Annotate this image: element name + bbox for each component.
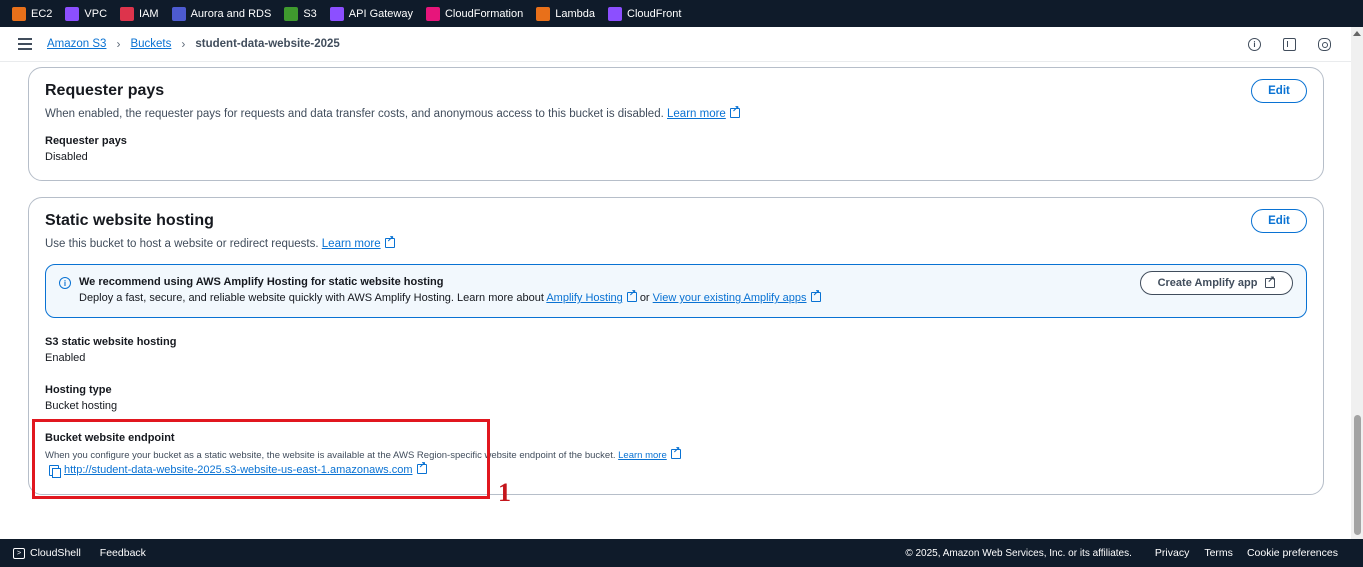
side-panel-icon[interactable] (1283, 38, 1296, 51)
info-circle-icon: i (59, 277, 71, 289)
ec2-icon (12, 6, 26, 21)
annotation-highlight-box (32, 419, 490, 499)
hosting-status-value: Enabled (45, 352, 86, 364)
scrollbar[interactable] (1351, 27, 1363, 539)
external-link-icon (1265, 274, 1276, 288)
endpoint-learn-more-link[interactable]: Learn more (618, 450, 667, 461)
requester-pays-title: Requester pays (45, 82, 165, 99)
amplify-info-alert: i We recommend using AWS Amplify Hosting… (45, 264, 1307, 318)
settings-icon[interactable] (1318, 38, 1331, 51)
breadcrumb-buckets[interactable]: Buckets (130, 38, 171, 50)
chevron-right-icon: › (116, 37, 121, 51)
service-shortcut-lambda[interactable]: Lambda (536, 6, 596, 21)
static-hosting-learn-more-link[interactable]: Learn more (322, 238, 381, 250)
requester-pays-description-text: When enabled, the requester pays for req… (45, 108, 664, 120)
breadcrumb-amazon-s3[interactable]: Amazon S3 (47, 38, 106, 50)
static-hosting-description: Use this bucket to host a website or red… (45, 234, 395, 250)
external-link-icon (384, 234, 395, 248)
service-shortcut-s3[interactable]: S3 (284, 6, 317, 21)
view-amplify-apps-link[interactable]: View your existing Amplify apps (653, 292, 807, 304)
cloudformation-icon (425, 6, 440, 21)
service-shortcut-label: CloudFront (627, 7, 682, 20)
feedback-link[interactable]: Feedback (100, 547, 146, 559)
breadcrumb-current: student-data-website-2025 (195, 38, 340, 50)
requester-pays-description: When enabled, the requester pays for req… (45, 104, 740, 120)
requester-pays-panel: Requester pays Edit When enabled, the re… (28, 67, 1324, 181)
service-shortcut-label: Lambda (555, 7, 596, 20)
amplify-info-body: Deploy a fast, secure, and reliable webs… (79, 292, 544, 304)
vpc-icon (65, 6, 80, 21)
breadcrumb-tools: i (1248, 27, 1331, 62)
service-shortcut-cloudformation[interactable]: CloudFormation (425, 6, 524, 21)
service-shortcut-ec2[interactable]: EC2 (12, 6, 53, 21)
external-link-icon (670, 445, 681, 459)
service-shortcut-label: API Gateway (348, 7, 413, 20)
requester-pays-field-value: Disabled (45, 151, 88, 163)
create-amplify-app-label: Create Amplify app (1157, 277, 1258, 289)
menu-icon[interactable] (18, 38, 32, 50)
api-gateway-icon (329, 6, 344, 21)
info-icon[interactable]: i (1248, 38, 1261, 51)
annotation-number: 1 (498, 478, 511, 507)
iam-icon (120, 6, 135, 21)
service-shortcut-api-gateway[interactable]: API Gateway (329, 6, 413, 21)
amplify-info-text: Deploy a fast, secure, and reliable webs… (79, 288, 821, 304)
service-shortcut-label: EC2 (31, 7, 53, 20)
rds-icon (171, 6, 186, 21)
external-link-icon (729, 104, 740, 118)
scrollbar-thumb[interactable] (1354, 415, 1361, 535)
requester-pays-edit-button[interactable]: Edit (1251, 79, 1307, 103)
requester-pays-learn-more-link[interactable]: Learn more (667, 108, 726, 120)
terms-link[interactable]: Terms (1204, 547, 1233, 559)
cloudfront-icon (608, 6, 623, 21)
breadcrumb-bar: Amazon S3 › Buckets › student-data-websi… (0, 27, 1351, 62)
static-hosting-edit-button[interactable]: Edit (1251, 209, 1307, 233)
main-content: Requester pays Edit When enabled, the re… (0, 62, 1351, 539)
cloudshell-link[interactable]: CloudShell (30, 547, 81, 559)
console-footer: > CloudShell Feedback © 2025, Amazon Web… (0, 539, 1363, 567)
chevron-right-icon: › (181, 37, 186, 51)
service-shortcut-label: VPC (84, 7, 108, 20)
cookie-preferences-link[interactable]: Cookie preferences (1247, 547, 1338, 559)
service-shortcut-vpc[interactable]: VPC (65, 6, 108, 21)
service-shortcut-aurora-and-rds[interactable]: Aurora and RDS (171, 6, 272, 21)
service-shortcut-label: IAM (139, 7, 159, 20)
service-shortcut-bar: EC2 VPC IAM Aurora and RDS S3 API Gateway Clou… (0, 0, 1363, 27)
lambda-icon (536, 6, 551, 21)
external-link-icon (626, 288, 637, 302)
scroll-up-arrow-icon[interactable] (1353, 31, 1361, 36)
hosting-type-label: Hosting type (45, 384, 112, 396)
privacy-link[interactable]: Privacy (1155, 547, 1189, 559)
service-shortcut-label: Aurora and RDS (190, 7, 272, 20)
copyright-text: © 2025, Amazon Web Services, Inc. or its… (905, 547, 1132, 559)
cloudshell-icon[interactable]: > (13, 547, 25, 559)
service-shortcut-iam[interactable]: IAM (120, 6, 159, 21)
static-hosting-description-text: Use this bucket to host a website or red… (45, 238, 319, 250)
create-amplify-app-button[interactable]: Create Amplify app (1140, 271, 1293, 295)
footer-right: © 2025, Amazon Web Services, Inc. or its… (905, 539, 1338, 567)
external-link-icon (810, 288, 821, 302)
static-hosting-title: Static website hosting (45, 212, 214, 229)
service-shortcut-cloudfront[interactable]: CloudFront (608, 6, 682, 21)
hosting-type-value: Bucket hosting (45, 400, 118, 412)
s3-icon (284, 6, 299, 21)
amplify-hosting-link[interactable]: Amplify Hosting (546, 292, 622, 304)
amplify-or-text: or (639, 292, 650, 304)
service-shortcut-label: CloudFormation (444, 7, 524, 20)
requester-pays-field-label: Requester pays (45, 135, 127, 147)
service-shortcut-label: S3 (303, 7, 317, 20)
amplify-info-title: We recommend using AWS Amplify Hosting f… (79, 276, 444, 288)
hosting-status-label: S3 static website hosting (45, 336, 177, 348)
